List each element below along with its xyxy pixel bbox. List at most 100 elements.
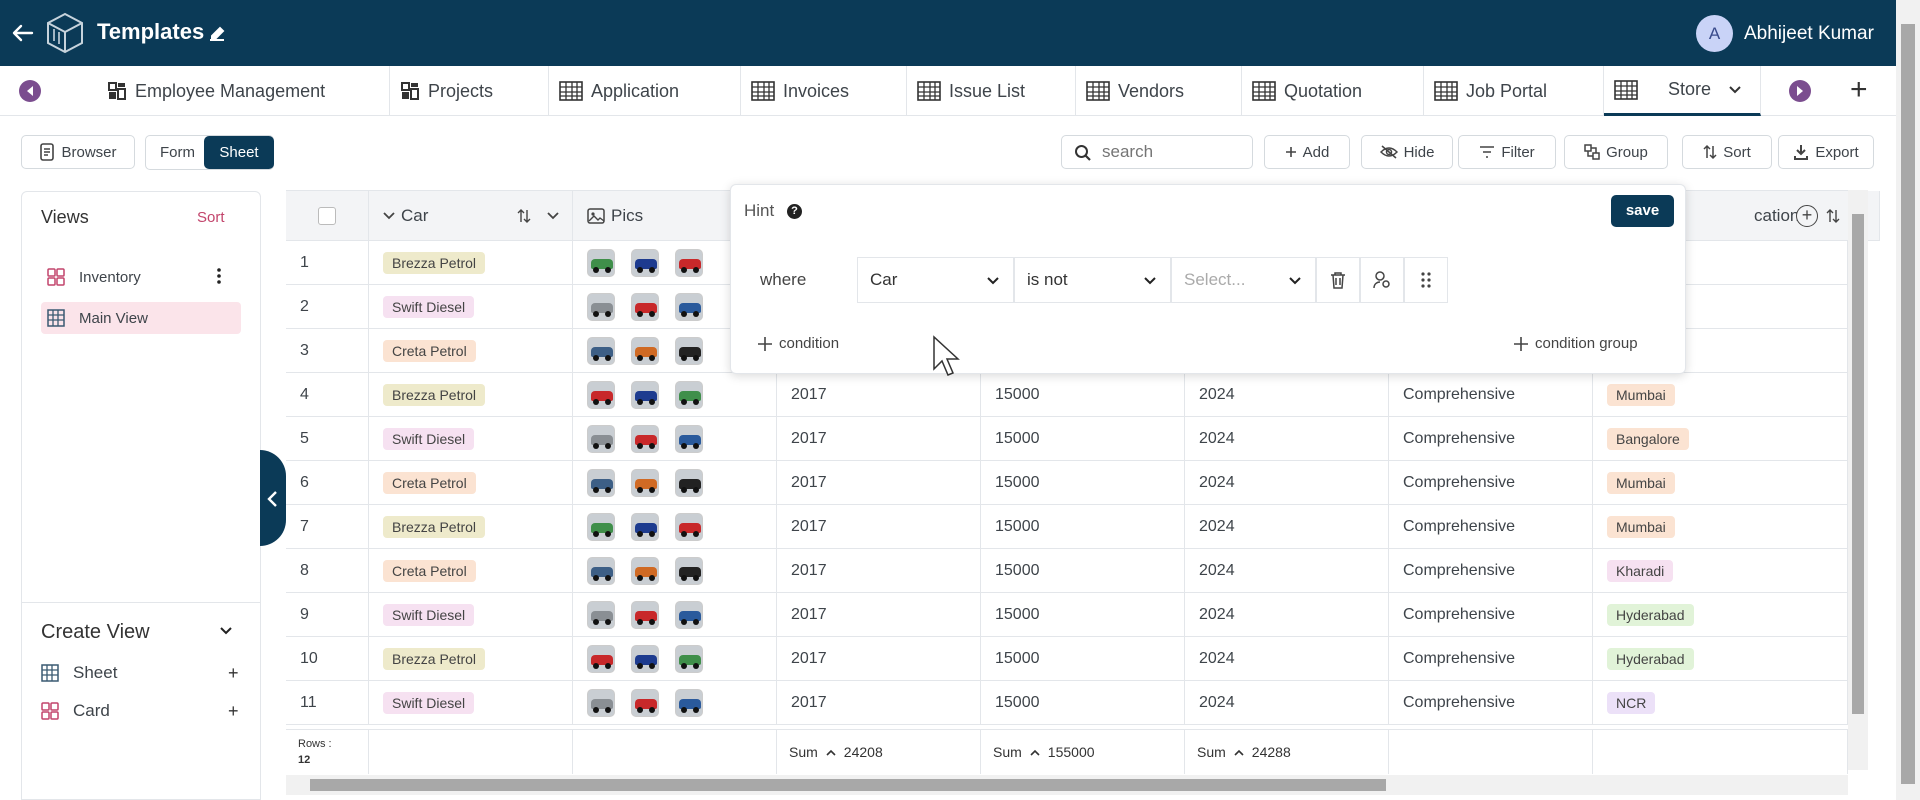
sum-price[interactable]: Sum 155000 bbox=[981, 730, 1185, 774]
cell-year[interactable]: 2017 bbox=[777, 461, 981, 505]
cell-pics[interactable] bbox=[573, 549, 777, 593]
car-thumbnail[interactable] bbox=[675, 293, 703, 321]
search-input[interactable] bbox=[1102, 142, 1242, 162]
add-button[interactable]: Add bbox=[1264, 135, 1350, 169]
tab-quotation[interactable]: Quotation bbox=[1242, 66, 1424, 116]
sheet-mode-button[interactable]: Sheet bbox=[204, 136, 274, 169]
cell-price[interactable]: 15000 bbox=[981, 417, 1185, 461]
cell-car[interactable]: Creta Petrol bbox=[369, 329, 573, 373]
cell-num[interactable]: 10 bbox=[286, 637, 369, 681]
help-icon[interactable]: ? bbox=[787, 204, 802, 219]
back-arrow-icon[interactable] bbox=[8, 18, 38, 48]
cell-num[interactable]: 7 bbox=[286, 505, 369, 549]
chevron-down-icon[interactable] bbox=[547, 211, 559, 220]
car-thumbnail[interactable] bbox=[631, 249, 659, 277]
scroll-thumb[interactable] bbox=[310, 779, 1386, 791]
filter-value-select[interactable]: Select... bbox=[1171, 257, 1316, 303]
cell-loc[interactable]: Hyderabad bbox=[1593, 637, 1848, 681]
car-thumbnail[interactable] bbox=[631, 293, 659, 321]
view-item-main-view[interactable]: Main View bbox=[41, 302, 241, 334]
add-condition-group-button[interactable]: condition group bbox=[1513, 335, 1638, 352]
tab-store[interactable]: Store bbox=[1604, 66, 1761, 116]
save-filter-button[interactable]: save bbox=[1611, 195, 1674, 227]
add-condition-button[interactable]: condition bbox=[757, 335, 839, 352]
car-thumbnail[interactable] bbox=[675, 381, 703, 409]
cell-pics[interactable] bbox=[573, 637, 777, 681]
tabs-scroll-right-icon[interactable] bbox=[1789, 80, 1811, 102]
add-card-view-button[interactable]: + bbox=[228, 701, 239, 722]
filter-field-select[interactable]: Car bbox=[857, 257, 1014, 303]
car-thumbnail[interactable] bbox=[587, 337, 615, 365]
cell-year[interactable]: 2017 bbox=[777, 505, 981, 549]
cell-loc[interactable]: Mumbai bbox=[1593, 373, 1848, 417]
cell-price[interactable]: 15000 bbox=[981, 549, 1185, 593]
cell-price[interactable]: 15000 bbox=[981, 505, 1185, 549]
table-row[interactable]: 9 Swift Diesel 2017 15000 2024 Comprehensive H… bbox=[286, 593, 1848, 637]
cell-ins[interactable]: Comprehensive bbox=[1389, 593, 1593, 637]
cell-year[interactable]: 2017 bbox=[777, 417, 981, 461]
car-thumbnail[interactable] bbox=[675, 249, 703, 277]
form-mode-button[interactable]: Form bbox=[160, 144, 195, 161]
select-all-checkbox[interactable] bbox=[318, 206, 336, 225]
cell-year[interactable]: 2017 bbox=[777, 549, 981, 593]
table-row[interactable]: 6 Creta Petrol 2017 15000 2024 Comprehensive M… bbox=[286, 461, 1848, 505]
car-thumbnail[interactable] bbox=[587, 381, 615, 409]
user-name[interactable]: Abhijeet Kumar bbox=[1744, 23, 1874, 45]
cell-price[interactable]: 15000 bbox=[981, 373, 1185, 417]
table-row[interactable]: 7 Brezza Petrol 2017 15000 2024 Comprehensive… bbox=[286, 505, 1848, 549]
car-thumbnail[interactable] bbox=[587, 689, 615, 717]
cell-loc[interactable]: Hyderabad bbox=[1593, 593, 1848, 637]
sort-button[interactable]: Sort bbox=[1682, 135, 1772, 169]
car-thumbnail[interactable] bbox=[587, 557, 615, 585]
tab-job-portal[interactable]: Job Portal bbox=[1424, 66, 1604, 116]
filter-button[interactable]: Filter bbox=[1458, 135, 1556, 169]
column-header-car[interactable]: Car bbox=[369, 191, 573, 241]
tab-invoices[interactable]: Invoices bbox=[741, 66, 907, 116]
cell-reg[interactable]: 2024 bbox=[1185, 593, 1389, 637]
cell-ins[interactable]: Comprehensive bbox=[1389, 417, 1593, 461]
table-row[interactable]: 4 Brezza Petrol 2017 15000 2024 Comprehensive… bbox=[286, 373, 1848, 417]
cell-loc[interactable]: Bangalore bbox=[1593, 417, 1848, 461]
cell-price[interactable]: 15000 bbox=[981, 681, 1185, 725]
cell-num[interactable]: 3 bbox=[286, 329, 369, 373]
cell-ins[interactable]: Comprehensive bbox=[1389, 373, 1593, 417]
cell-loc[interactable]: NCR bbox=[1593, 681, 1848, 725]
avatar[interactable]: A bbox=[1696, 15, 1733, 52]
cell-year[interactable]: 2017 bbox=[777, 373, 981, 417]
cell-car[interactable]: Brezza Petrol bbox=[369, 505, 573, 549]
car-thumbnail[interactable] bbox=[675, 337, 703, 365]
drag-handle[interactable] bbox=[1404, 257, 1448, 303]
sidebar-collapse-button[interactable] bbox=[260, 450, 286, 546]
car-thumbnail[interactable] bbox=[631, 469, 659, 497]
more-vertical-icon[interactable] bbox=[217, 268, 221, 284]
cell-ins[interactable]: Comprehensive bbox=[1389, 637, 1593, 681]
cell-car[interactable]: Swift Diesel bbox=[369, 417, 573, 461]
car-thumbnail[interactable] bbox=[631, 381, 659, 409]
window-scrollbar[interactable] bbox=[1896, 0, 1920, 800]
cell-car[interactable]: Creta Petrol bbox=[369, 549, 573, 593]
chevron-down-icon[interactable] bbox=[220, 627, 232, 635]
cell-num[interactable]: 2 bbox=[286, 285, 369, 329]
car-thumbnail[interactable] bbox=[675, 645, 703, 673]
cell-pics[interactable] bbox=[573, 373, 777, 417]
car-thumbnail[interactable] bbox=[675, 601, 703, 629]
sort-icon[interactable] bbox=[517, 208, 531, 224]
cell-car[interactable]: Swift Diesel bbox=[369, 681, 573, 725]
table-row[interactable]: 10 Brezza Petrol 2017 15000 2024 Comprehensiv… bbox=[286, 637, 1848, 681]
car-thumbnail[interactable] bbox=[675, 513, 703, 541]
delete-condition-button[interactable] bbox=[1316, 257, 1360, 303]
group-button[interactable]: Group bbox=[1564, 135, 1668, 169]
cell-num[interactable]: 4 bbox=[286, 373, 369, 417]
car-thumbnail[interactable] bbox=[631, 689, 659, 717]
car-thumbnail[interactable] bbox=[587, 425, 615, 453]
car-thumbnail[interactable] bbox=[631, 645, 659, 673]
car-thumbnail[interactable] bbox=[631, 557, 659, 585]
tab-application[interactable]: Application bbox=[549, 66, 741, 116]
car-thumbnail[interactable] bbox=[587, 249, 615, 277]
sum-reg[interactable]: Sum 24288 bbox=[1185, 730, 1389, 774]
cell-car[interactable]: Brezza Petrol bbox=[369, 373, 573, 417]
car-thumbnail[interactable] bbox=[587, 601, 615, 629]
view-item-inventory[interactable]: Inventory bbox=[41, 261, 241, 293]
table-row[interactable]: 5 Swift Diesel 2017 15000 2024 Comprehensive B… bbox=[286, 417, 1848, 461]
scroll-thumb[interactable] bbox=[1901, 24, 1915, 784]
